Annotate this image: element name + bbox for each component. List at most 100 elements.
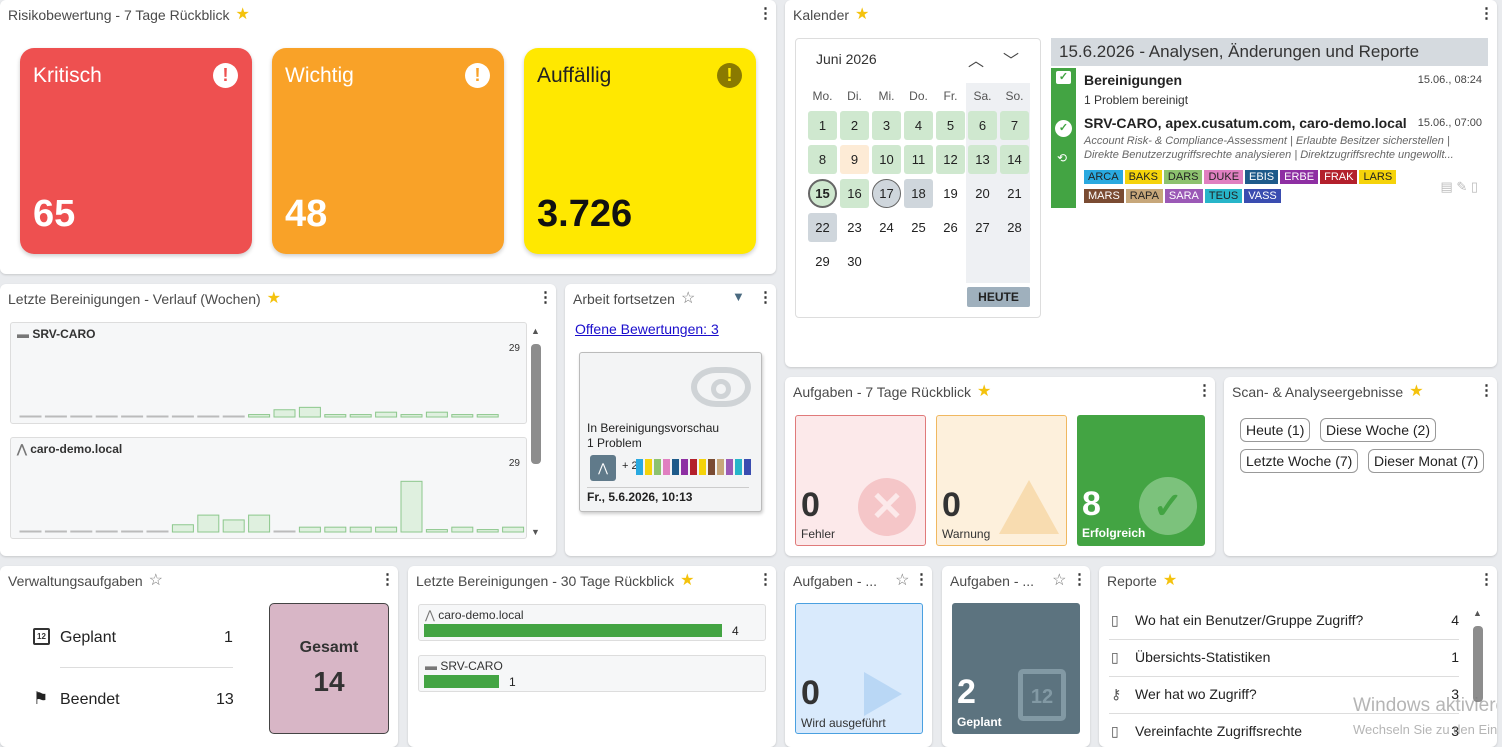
tag-chip[interactable]: TEUS [1204, 189, 1243, 203]
favorite-star-icon[interactable]: ★ [236, 7, 250, 23]
calendar-day[interactable]: 20 [968, 179, 997, 208]
entry-title[interactable]: SRV-CARO, apex.cusatum.com, caro-demo.lo… [1084, 115, 1407, 131]
more-menu-icon[interactable]: ⋮ [1197, 383, 1212, 399]
calendar-day[interactable]: 5 [936, 111, 965, 140]
work-card[interactable]: In Bereinigungsvorschau 1 Problem ⋀ + 2 … [579, 352, 762, 512]
favorite-star-icon[interactable]: ☆ [681, 291, 695, 307]
chip-today[interactable]: Heute (1) [1240, 418, 1311, 442]
tag-chip[interactable]: SARA [1164, 189, 1203, 203]
tile-warnings[interactable]: 0 Warnung [936, 415, 1067, 546]
calendar-day[interactable]: 17 [872, 179, 901, 208]
history-panel[interactable]: ⋀ caro-demo.local 29 [10, 437, 527, 539]
favorite-star-icon[interactable]: ★ [1409, 384, 1423, 400]
tag-chip[interactable]: BAKS [1124, 170, 1162, 184]
today-button[interactable]: HEUTE [967, 287, 1030, 307]
calendar-day[interactable]: 28 [1000, 213, 1029, 242]
tile-success[interactable]: ✓ 8 Erfolgreich [1077, 415, 1205, 546]
calendar-day[interactable]: 12 [936, 145, 965, 174]
more-menu-icon[interactable]: ⋮ [1479, 572, 1494, 588]
tag-chip[interactable]: MARS [1084, 189, 1124, 203]
calendar-day[interactable]: 25 [904, 213, 933, 242]
more-menu-icon[interactable]: ⋮ [1479, 383, 1494, 399]
more-menu-icon[interactable]: ⋮ [758, 290, 773, 306]
scroll-up-icon[interactable]: ▲ [531, 326, 540, 336]
tag-chip[interactable]: ARCA [1084, 170, 1123, 184]
tile-errors[interactable]: ✕ 0 Fehler [795, 415, 926, 546]
favorite-star-icon[interactable]: ☆ [1052, 573, 1066, 589]
chevron-down-icon[interactable]: ﹀ [1003, 47, 1019, 71]
tag-chip[interactable]: VASS [1244, 189, 1281, 203]
more-menu-icon[interactable]: ⋮ [758, 572, 773, 588]
scrollbar[interactable] [531, 344, 541, 464]
calendar-day[interactable]: 7 [1000, 111, 1029, 140]
calendar-day[interactable]: 1 [808, 111, 837, 140]
calendar-day[interactable]: 10 [872, 145, 901, 174]
calendar-day[interactable]: 21 [1000, 179, 1029, 208]
calendar-day[interactable]: 8 [808, 145, 837, 174]
calendar-day[interactable]: 16 [840, 179, 869, 208]
favorite-star-icon[interactable]: ☆ [895, 573, 909, 589]
favorite-star-icon[interactable]: ☆ [149, 573, 163, 589]
tag-chip[interactable]: LARS [1359, 170, 1397, 184]
tag-chip[interactable]: FRAK [1320, 170, 1358, 184]
total-tile[interactable]: Gesamt 14 [269, 603, 389, 734]
calendar-day[interactable]: 3 [872, 111, 901, 140]
calendar-day[interactable]: 30 [840, 247, 869, 276]
calendar-day[interactable]: 6 [968, 111, 997, 140]
tag-chip[interactable]: DARS [1163, 170, 1203, 184]
favorite-star-icon[interactable]: ★ [267, 291, 281, 307]
risk-card-critical[interactable]: Kritisch ! 65 [20, 48, 252, 254]
more-menu-icon[interactable]: ⋮ [1479, 6, 1494, 22]
more-menu-icon[interactable]: ⋮ [380, 572, 395, 588]
calendar-day[interactable]: 14 [1000, 145, 1029, 174]
favorite-star-icon[interactable]: ★ [1163, 573, 1177, 589]
calendar-day[interactable]: 19 [936, 179, 965, 208]
report-icons[interactable]: ▤ ✎ ▯ [1440, 179, 1478, 195]
history-panel[interactable]: ▬ SRV-CARO 29 [10, 322, 527, 424]
report-item[interactable]: ▯ Wo hat ein Benutzer/Gruppe Zugriff? 4 [1109, 609, 1459, 639]
calendar-day[interactable]: 2 [840, 111, 869, 140]
entry-title[interactable]: Bereinigungen [1084, 72, 1182, 88]
calendar-day[interactable]: 9 [840, 145, 869, 174]
more-menu-icon[interactable]: ⋮ [538, 290, 553, 306]
calendar-day[interactable]: 22 [808, 213, 837, 242]
scroll-down-icon[interactable]: ▼ [531, 527, 540, 537]
calendar-day[interactable]: 24 [872, 213, 901, 242]
favorite-star-icon[interactable]: ★ [855, 7, 869, 23]
tag-chip[interactable]: DUKE [1204, 170, 1244, 184]
chip-last-week[interactable]: Letzte Woche (7) [1240, 449, 1359, 473]
calendar-day[interactable]: 13 [968, 145, 997, 174]
calendar-day[interactable]: 4 [904, 111, 933, 140]
filter-icon[interactable]: ▼ [732, 289, 745, 304]
scroll-up-icon[interactable]: ▲ [1473, 608, 1482, 618]
calendar-day[interactable]: 18 [904, 179, 933, 208]
tag-chip[interactable]: ERBE [1280, 170, 1319, 184]
open-assessments-link[interactable]: Offene Bewertungen: 3 [575, 321, 719, 337]
calendar-day[interactable]: 11 [904, 145, 933, 174]
calendar-day[interactable]: 26 [936, 213, 965, 242]
tag-chip[interactable]: RAPA [1125, 189, 1163, 203]
chevron-up-icon[interactable]: ︿ [968, 47, 984, 71]
tag-chip[interactable]: EBIS [1245, 170, 1279, 184]
calendar-day[interactable]: 23 [840, 213, 869, 242]
calendar-day[interactable]: 27 [968, 213, 997, 242]
favorite-star-icon[interactable]: ★ [680, 573, 694, 589]
risk-card-important[interactable]: Wichtig ! 48 [272, 48, 504, 254]
history-bar [400, 414, 423, 418]
tile-running[interactable]: 0 Wird ausgeführt [795, 603, 923, 734]
cleanup-item[interactable]: ▬ SRV-CARO 1 [418, 655, 766, 692]
more-menu-icon[interactable]: ⋮ [1072, 572, 1087, 588]
tag-swatch [645, 459, 652, 475]
scrollbar[interactable] [1473, 626, 1483, 702]
calendar-day[interactable]: 15 [808, 179, 837, 208]
more-menu-icon[interactable]: ⋮ [914, 572, 929, 588]
risk-card-notable[interactable]: Auffällig ! 3.726 [524, 48, 756, 254]
report-item[interactable]: ▯ Übersichts-Statistiken 1 [1109, 646, 1459, 676]
chip-this-week[interactable]: Diese Woche (2) [1320, 418, 1437, 442]
cleanup-item[interactable]: ⋀ caro-demo.local 4 [418, 604, 766, 641]
tile-planned[interactable]: 12 2 Geplant [952, 603, 1080, 734]
calendar-day[interactable]: 29 [808, 247, 837, 276]
more-menu-icon[interactable]: ⋮ [758, 6, 773, 22]
favorite-star-icon[interactable]: ★ [977, 384, 991, 400]
chip-this-month[interactable]: Dieser Monat (7) [1368, 449, 1485, 473]
